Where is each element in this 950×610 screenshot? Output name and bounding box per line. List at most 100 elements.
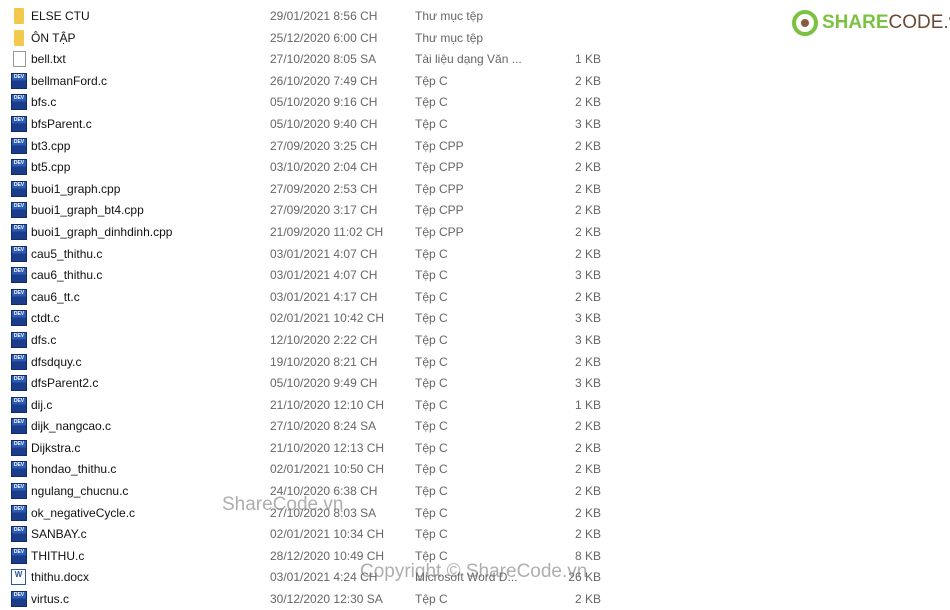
dev-icon: DEV: [11, 245, 27, 262]
file-name: bt5.cpp: [31, 160, 71, 175]
file-row[interactable]: DEV buoi1_graph.cpp 27/09/2020 2:53 CH Tệp …: [0, 178, 620, 200]
dev-icon: DEV: [11, 526, 27, 543]
file-name: cau6_thithu.c: [31, 268, 103, 283]
watermark: ShareCode.vn: [222, 494, 344, 515]
dev-icon: DEV: [11, 547, 27, 564]
dev-icon: DEV: [11, 331, 27, 348]
dev-icon: DEV: [11, 288, 27, 305]
dev-icon: DEV: [11, 202, 27, 219]
file-type: Tệp CPP: [415, 160, 464, 175]
file-type: Tệp C: [415, 311, 448, 326]
file-size: 2 KB: [574, 440, 601, 455]
file-size: 2 KB: [574, 462, 601, 477]
dev-icon: DEV: [11, 223, 27, 240]
folder-icon: [14, 29, 24, 46]
file-row[interactable]: DEV dfs.c 12/10/2020 2:22 CH Tệp C 3 KB: [0, 329, 620, 351]
dev-icon: DEV: [11, 483, 27, 500]
file-date: 03/01/2021 4:07 CH: [270, 246, 378, 261]
file-date: 27/10/2020 8:05 SA: [270, 52, 377, 67]
file-type: Tài liệu dạng Văn ...: [415, 52, 522, 67]
file-type: Tệp C: [415, 95, 448, 110]
file-row[interactable]: DEV cau6_tt.c 03/01/2021 4:17 CH Tệp C 2 KB: [0, 286, 620, 308]
file-date: 19/10/2020 8:21 CH: [270, 354, 378, 369]
file-size: 2 KB: [574, 246, 601, 261]
file-size: 3 KB: [574, 332, 601, 347]
file-size: 2 KB: [574, 160, 601, 175]
file-name: dfs.c: [31, 332, 57, 347]
file-date: 21/10/2020 12:10 CH: [270, 397, 385, 412]
file-name: ok_negativeCycle.c: [31, 505, 136, 520]
file-type: Tệp C: [415, 397, 448, 412]
file-row[interactable]: DEV ctdt.c 02/01/2021 10:42 CH Tệp C 3 KB: [0, 307, 620, 329]
file-row[interactable]: ELSE CTU 29/01/2021 8:56 CH Thư mục tệp: [0, 5, 620, 27]
file-date: 03/01/2021 4:07 CH: [270, 268, 378, 283]
file-type: Tệp C: [415, 268, 448, 283]
file-name: ctdt.c: [31, 311, 60, 326]
file-date: 29/01/2021 8:56 CH: [270, 9, 378, 23]
file-row[interactable]: DEV bt3.cpp 27/09/2020 3:25 CH Tệp CPP 2 KB: [0, 135, 620, 157]
file-row[interactable]: DEV Dijkstra.c 21/10/2020 12:13 CH Tệp C 2 K…: [0, 437, 620, 459]
file-date: 27/09/2020 2:53 CH: [270, 181, 378, 196]
folder-icon: [14, 8, 24, 24]
file-size: 3 KB: [574, 268, 601, 283]
file-row[interactable]: ÔN TẬP 25/12/2020 6:00 CH Thư mục tệp: [0, 27, 620, 49]
dev-icon: DEV: [11, 504, 27, 521]
file-date: 27/10/2020 8:24 SA: [270, 419, 377, 434]
dev-icon: DEV: [11, 439, 27, 456]
file-size: 2 KB: [574, 224, 601, 239]
dev-icon: DEV: [11, 72, 27, 89]
file-date: 30/12/2020 12:30 SA: [270, 592, 383, 607]
file-size: 2 KB: [574, 484, 601, 499]
file-row[interactable]: DEV dfsdquy.c 19/10/2020 8:21 CH Tệp C 2 KB: [0, 351, 620, 373]
file-row[interactable]: bell.txt 27/10/2020 8:05 SA Tài liệu dạng …: [0, 48, 620, 70]
file-row[interactable]: DEV cau6_thithu.c 03/01/2021 4:07 CH Tệp C 3…: [0, 264, 620, 286]
file-name: cau5_thithu.c: [31, 246, 103, 261]
file-name: dijk_nangcao.c: [31, 419, 112, 434]
file-row[interactable]: DEV dfsParent2.c 05/10/2020 9:49 CH Tệp C 3 …: [0, 372, 620, 394]
file-row[interactable]: DEV buoi1_graph_bt4.cpp 27/09/2020 3:17 CH…: [0, 199, 620, 221]
file-row[interactable]: DEV cau5_thithu.c 03/01/2021 4:07 CH Tệp C 2…: [0, 243, 620, 265]
dev-icon: DEV: [11, 375, 27, 392]
file-row[interactable]: DEV hondao_thithu.c 02/01/2021 10:50 CH Tệp…: [0, 458, 620, 480]
file-size: 2 KB: [574, 289, 601, 304]
file-row[interactable]: DEV bellmanFord.c 26/10/2020 7:49 CH Tệp C 2…: [0, 70, 620, 92]
dev-icon: DEV: [11, 353, 27, 370]
word-icon: W: [11, 569, 26, 586]
file-row[interactable]: DEV bfsParent.c 05/10/2020 9:40 CH Tệp C 3 K…: [0, 113, 620, 135]
dev-icon: DEV: [11, 418, 27, 435]
file-size: 2 KB: [574, 527, 601, 542]
file-size: 2 KB: [574, 203, 601, 218]
file-size: 1 KB: [574, 52, 601, 67]
file-name: buoi1_graph_dinhdinh.cpp: [31, 224, 173, 239]
file-row[interactable]: DEV bfs.c 05/10/2020 9:16 CH Tệp C 2 KB: [0, 91, 620, 113]
file-row[interactable]: DEV buoi1_graph_dinhdinh.cpp 21/09/2020 11…: [0, 221, 620, 243]
file-date: 21/10/2020 12:13 CH: [270, 440, 385, 455]
file-name: Dijkstra.c: [31, 440, 81, 455]
file-type: Tệp C: [415, 354, 448, 369]
file-row[interactable]: DEV SANBAY.c 02/01/2021 10:34 CH Tệp C 2 KB: [0, 523, 620, 545]
file-row[interactable]: DEV virtus.c 30/12/2020 12:30 SA Tệp C 2 KB: [0, 588, 620, 610]
file-size: 2 KB: [574, 95, 601, 110]
sharecode-logo: SHARECODE.vn: [792, 10, 950, 36]
file-type: Tệp C: [415, 527, 448, 542]
file-row[interactable]: DEV dij.c 21/10/2020 12:10 CH Tệp C 1 KB: [0, 394, 620, 416]
file-size: 3 KB: [574, 376, 601, 391]
file-name: SANBAY.c: [31, 527, 87, 542]
file-type: Tệp CPP: [415, 224, 464, 239]
file-size: 2 KB: [574, 505, 601, 520]
dev-icon: DEV: [11, 180, 27, 197]
file-type: Tệp C: [415, 332, 448, 347]
file-type: Tệp C: [415, 440, 448, 455]
file-date: 05/10/2020 9:49 CH: [270, 376, 378, 391]
file-date: 03/01/2021 4:17 CH: [270, 289, 378, 304]
file-type: Thư mục tệp: [415, 9, 484, 23]
file-size: 2 KB: [574, 73, 601, 88]
file-type: Tệp C: [415, 419, 448, 434]
file-type: Tệp C: [415, 484, 448, 499]
file-row[interactable]: DEV bt5.cpp 03/10/2020 2:04 CH Tệp CPP 2 KB: [0, 156, 620, 178]
file-type: Tệp CPP: [415, 203, 464, 218]
file-type: Thư mục tệp: [415, 30, 484, 45]
dev-icon: DEV: [11, 159, 27, 176]
file-row[interactable]: DEV dijk_nangcao.c 27/10/2020 8:24 SA Tệp C…: [0, 415, 620, 437]
file-name: bellmanFord.c: [31, 73, 108, 88]
